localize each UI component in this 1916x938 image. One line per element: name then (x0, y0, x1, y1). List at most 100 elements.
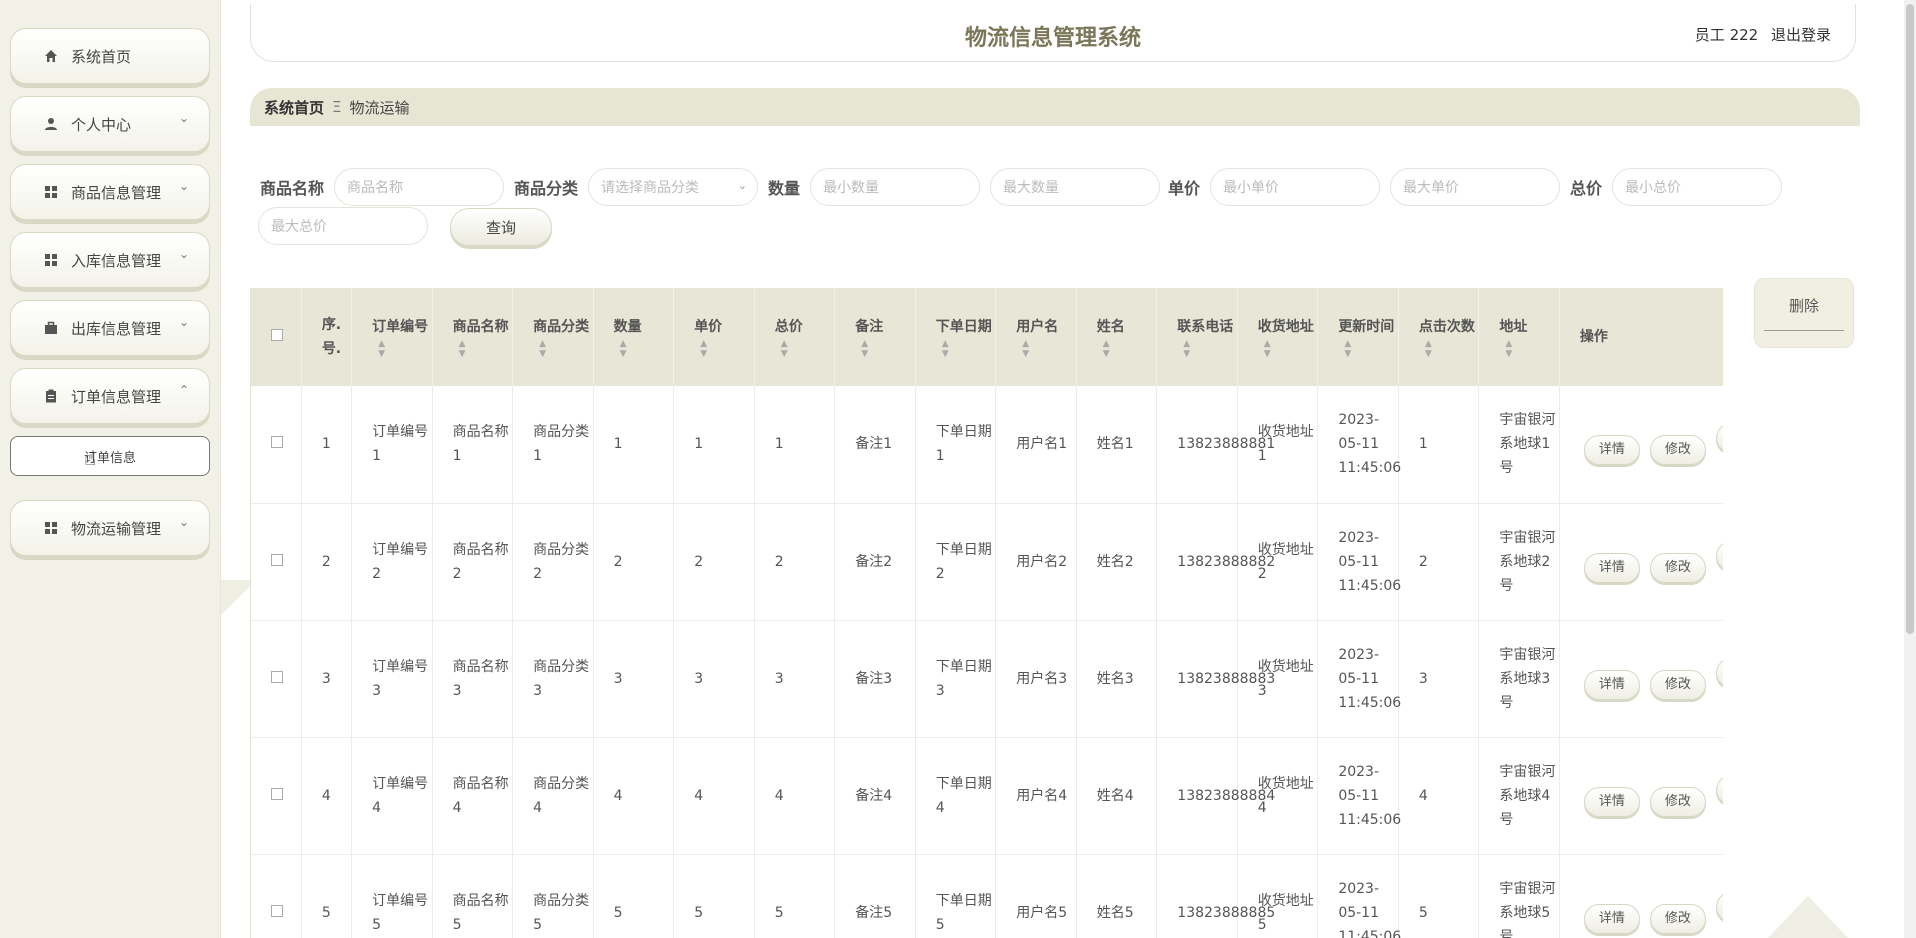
scrollbar-thumb[interactable] (1906, 4, 1914, 634)
detail-button[interactable]: 详情 (1583, 552, 1640, 583)
logout-link[interactable]: 退出登录 (1771, 26, 1831, 44)
edit-button[interactable]: 修改 (1649, 786, 1706, 817)
sidebar-item-orders[interactable]: 订单信息管理 ⌃ (10, 368, 210, 424)
cell-username: 用户名3 (995, 620, 1077, 738)
sort-icon[interactable]: ▲ ▼ (372, 339, 432, 359)
price-min-input[interactable]: 最小单价 (1210, 168, 1381, 206)
sidebar-item-profile[interactable]: 个人中心 ⌄ (10, 96, 210, 152)
checkbox[interactable] (271, 329, 283, 341)
header-ops: 操作 (1559, 288, 1723, 386)
delete-row-button[interactable] (1715, 891, 1723, 922)
header-address[interactable]: 地址 ▲ ▼ (1478, 288, 1560, 386)
sort-icon[interactable]: ▲ ▼ (694, 339, 754, 359)
cell-clicks: 4 (1398, 737, 1480, 855)
cell-total: 1 (754, 386, 836, 504)
header-label: 订单编号 (372, 319, 429, 335)
header-order-date[interactable]: 下单日期 ▲ ▼ (915, 288, 997, 386)
checkbox[interactable] (271, 787, 283, 800)
header-phone[interactable]: 联系电话 ▲ ▼ (1156, 288, 1238, 386)
cell-quantity: 5 (593, 854, 675, 938)
header-product-name[interactable]: 商品名称 ▲ ▼ (432, 288, 514, 386)
delete-row-button[interactable] (1715, 540, 1723, 571)
delete-row-button[interactable] (1715, 423, 1723, 454)
header-quantity[interactable]: 数量 ▲ ▼ (593, 288, 675, 386)
cell-name: 姓名3 (1076, 620, 1158, 738)
edit-button[interactable]: 修改 (1649, 903, 1706, 934)
sidebar-item-inbound[interactable]: 入库信息管理 ⌄ (10, 232, 210, 288)
quantity-max-input[interactable]: 最大数量 (990, 168, 1161, 206)
sort-icon[interactable]: ▲ ▼ (775, 339, 835, 359)
detail-button[interactable]: 详情 (1583, 669, 1640, 700)
cell-category: 商品分类1 (512, 386, 594, 504)
sort-icon[interactable]: ▲ ▼ (936, 339, 996, 359)
grid-icon (43, 184, 59, 200)
sort-icon[interactable]: ▲ ▼ (1419, 339, 1479, 359)
header-ship-address[interactable]: 收货地址 ▲ ▼ (1237, 288, 1319, 386)
query-button[interactable]: 查询 (450, 208, 552, 246)
row-select[interactable] (251, 386, 302, 504)
detail-button[interactable]: 详情 (1583, 786, 1640, 817)
cell-address: 宇宙银河系地球4号 (1478, 737, 1560, 855)
detail-button[interactable]: 详情 (1583, 435, 1640, 466)
table-body: 1 订单编号1 商品名称1 商品分类1 1 1 1 备注1 下单日期1 用户名1 姓名1 138238… (251, 386, 1723, 938)
checkbox[interactable] (271, 436, 283, 449)
edit-button[interactable]: 修改 (1649, 552, 1706, 583)
delete-row-button[interactable] (1715, 657, 1723, 688)
header-unit-price[interactable]: 单价 ▲ ▼ (673, 288, 755, 386)
cell-order-no: 订单编号5 (351, 854, 433, 938)
price-max-input[interactable]: 最大单价 (1390, 168, 1561, 206)
row-select[interactable] (251, 854, 302, 938)
edit-button[interactable]: 修改 (1649, 435, 1706, 466)
sort-icon[interactable]: ▲ ▼ (614, 339, 674, 359)
checkbox[interactable] (271, 904, 283, 917)
sort-icon[interactable]: ▲ ▼ (1258, 339, 1318, 359)
submenu-order-info[interactable]: 订单信息 (10, 436, 210, 476)
header-remark[interactable]: 备注 ▲ ▼ (834, 288, 916, 386)
header-label: 下单日期 (935, 319, 992, 335)
checkbox[interactable] (271, 553, 283, 566)
sort-icon[interactable]: ▲ ▼ (1097, 339, 1157, 359)
sidebar-item-home[interactable]: 系统首页 (10, 28, 210, 84)
sort-icon[interactable]: ▲ ▼ (1016, 339, 1076, 359)
category-select[interactable]: 请选择商品分类 ⌄ (588, 168, 759, 206)
sidebar-item-logistics[interactable]: 物流运输管理 ⌄ (10, 500, 210, 556)
sort-icon[interactable]: ▲ ▼ (855, 339, 915, 359)
breadcrumb-home[interactable]: 系统首页 (264, 97, 324, 118)
total-max-input[interactable]: 最大总价 (258, 207, 428, 245)
row-select[interactable] (251, 737, 302, 855)
header-total[interactable]: 总价 ▲ ▼ (754, 288, 836, 386)
sort-icon[interactable]: ▲ ▼ (533, 339, 593, 359)
total-min-input[interactable]: 最小总价 (1612, 168, 1783, 206)
header-select-all[interactable] (251, 288, 302, 386)
delete-row-button[interactable] (1715, 774, 1723, 805)
product-name-input[interactable]: 商品名称 (334, 168, 505, 206)
row-select[interactable] (251, 620, 302, 738)
search-total-max: 最大总价 (258, 207, 428, 245)
header-category[interactable]: 商品分类 ▲ ▼ (512, 288, 594, 386)
header-updated[interactable]: 更新时间 ▲ ▼ (1317, 288, 1399, 386)
header-clicks[interactable]: 点击次数 ▲ ▼ (1398, 288, 1480, 386)
quantity-min-input[interactable]: 最小数量 (810, 168, 981, 206)
sort-icon[interactable]: ▲ ▼ (1177, 339, 1237, 359)
delete-button[interactable]: 删除 (1754, 278, 1854, 348)
scrollbar[interactable] (1904, 0, 1916, 938)
cell-order-no: 订单编号4 (351, 737, 433, 855)
sidebar-item-products[interactable]: 商品信息管理 ⌄ (10, 164, 210, 220)
sidebar-item-label: 物流运输管理 (71, 519, 162, 538)
cell-clicks: 1 (1398, 386, 1480, 504)
edit-button[interactable]: 修改 (1649, 669, 1706, 700)
user-area: 员工 222 退出登录 (1687, 24, 1831, 45)
header-name[interactable]: 姓名 ▲ ▼ (1076, 288, 1158, 386)
cell-index: 3 (301, 620, 353, 738)
header-order-no[interactable]: 订单编号 ▲ ▼ (351, 288, 433, 386)
cell-address-ship: 收货地址5 (1237, 854, 1319, 938)
sort-icon[interactable]: ▲ ▼ (1499, 339, 1559, 359)
sort-icon[interactable]: ▲ ▼ (453, 339, 513, 359)
detail-button[interactable]: 详情 (1583, 903, 1640, 934)
row-select[interactable] (251, 503, 302, 621)
sidebar-item-outbound[interactable]: 出库信息管理 ⌄ (10, 300, 210, 356)
sort-icon[interactable]: ▲ ▼ (1338, 339, 1398, 359)
header-username[interactable]: 用户名 ▲ ▼ (995, 288, 1077, 386)
checkbox[interactable] (271, 670, 283, 683)
search-label: 商品名称 (260, 179, 325, 198)
